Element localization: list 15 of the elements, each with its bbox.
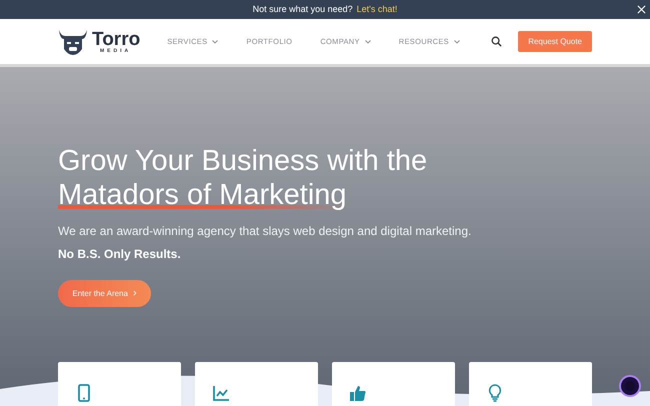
phone-icon bbox=[75, 384, 93, 402]
lightbulb-icon bbox=[486, 384, 504, 402]
thumbs-up-icon bbox=[349, 384, 367, 402]
announcement-text: Not sure what you need? bbox=[252, 2, 353, 16]
enter-arena-button[interactable]: Enter the Arena › bbox=[58, 280, 151, 307]
close-icon[interactable] bbox=[637, 5, 646, 14]
search-icon[interactable] bbox=[491, 36, 502, 47]
hero-headline: Grow Your Business with the Matadors of Marketing bbox=[58, 144, 428, 212]
logo-name: Torro bbox=[92, 30, 140, 48]
request-quote-button[interactable]: Request Quote bbox=[518, 31, 592, 52]
hero-subtitle: We are an award-winning agency that slays web design and digital marketing. bbox=[58, 223, 472, 240]
chat-link[interactable]: Let's chat! bbox=[356, 2, 398, 16]
line-chart-icon bbox=[212, 384, 230, 402]
chat-icon[interactable] bbox=[619, 375, 641, 397]
hero-tagline: No B.S. Only Results. bbox=[58, 246, 182, 263]
